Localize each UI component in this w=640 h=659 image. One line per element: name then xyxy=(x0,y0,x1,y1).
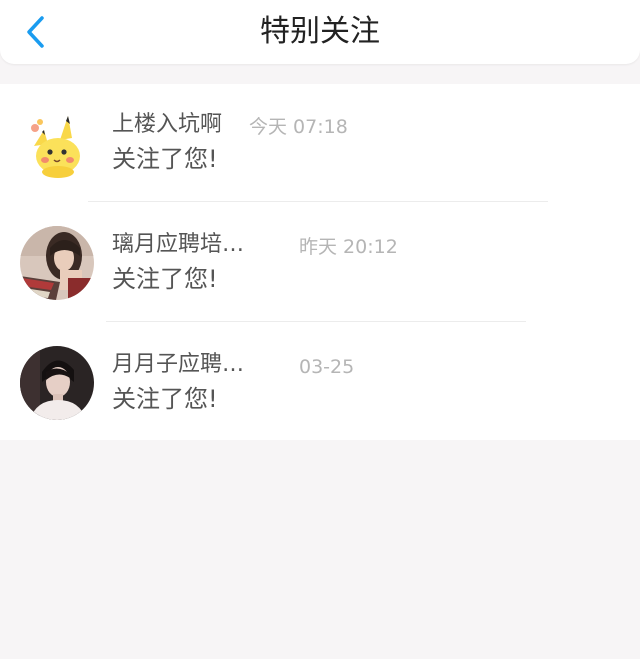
message-text: 关注了您! xyxy=(112,265,218,293)
list-item[interactable]: 璃月应聘培… 昨天 20:12 关注了您! xyxy=(0,204,640,322)
timestamp: 昨天 20:12 xyxy=(299,236,398,258)
divider xyxy=(106,321,526,322)
top-nav-bar: 特别关注 xyxy=(0,0,640,64)
message-text: 关注了您! xyxy=(112,145,218,173)
man-photo-avatar[interactable] xyxy=(20,346,94,420)
timestamp: 今天 07:18 xyxy=(249,116,348,138)
divider xyxy=(88,201,548,202)
user-name[interactable]: 上楼入坑啊 xyxy=(112,111,222,139)
user-name[interactable]: 月月子应聘… xyxy=(112,351,244,379)
user-name[interactable]: 璃月应聘培… xyxy=(112,231,244,259)
message-text: 关注了您! xyxy=(112,385,218,413)
woman-photo-avatar[interactable] xyxy=(20,226,94,300)
list-item[interactable]: 月月子应聘… 03-25 关注了您! xyxy=(0,324,640,442)
timestamp: 03-25 xyxy=(299,356,355,378)
list-item[interactable]: 上楼入坑啊 今天 07:18 关注了您! xyxy=(0,84,640,202)
pikachu-sticker-avatar[interactable] xyxy=(20,106,94,180)
page-title: 特别关注 xyxy=(260,14,380,49)
follower-list: 上楼入坑啊 今天 07:18 关注了您! 璃月应聘培… 昨天 20:12 关注了… xyxy=(0,84,640,440)
